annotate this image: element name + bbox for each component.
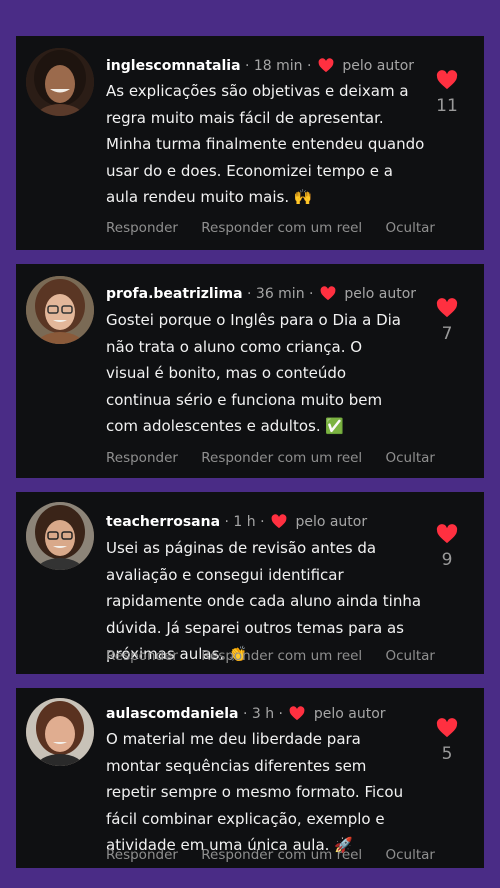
comment-actions: Responder Responder com um reel Ocultar: [106, 648, 454, 664]
like-button[interactable]: 9: [430, 524, 464, 570]
avatar[interactable]: [26, 502, 94, 570]
comment-actions: Responder Responder com um reel Ocultar: [106, 450, 454, 466]
avatar[interactable]: [26, 48, 94, 116]
comment-actions: Responder Responder com um reel Ocultar: [106, 847, 454, 863]
reply-button[interactable]: Responder: [106, 648, 178, 664]
avatar[interactable]: [26, 698, 94, 766]
comment-time: 36 min: [255, 286, 305, 302]
reply-with-reel-button[interactable]: Responder com um reel: [201, 220, 362, 236]
like-count: 5: [441, 744, 453, 764]
like-count: 7: [441, 324, 453, 344]
hide-button[interactable]: Ocultar: [385, 220, 434, 236]
woman-avatar-icon: [26, 48, 94, 116]
reply-with-reel-button[interactable]: Responder com um reel: [201, 847, 362, 863]
like-button[interactable]: 5: [430, 718, 464, 764]
heart-icon: [290, 706, 305, 721]
comment-text: As explicações são objetivas e deixam a …: [106, 82, 425, 206]
comment-header: aulascomdaniela · 3 h · pelo autor: [106, 706, 386, 722]
woman-glasses-avatar-icon: [26, 502, 94, 570]
heart-icon: [320, 286, 336, 301]
author-badge: pelo autor: [313, 706, 386, 722]
comment-header: teacherrosana · 1 h · pelo autor: [106, 514, 368, 530]
hide-button[interactable]: Ocultar: [385, 847, 434, 863]
comment-text: O material me deu liberdade para montar …: [106, 730, 404, 854]
hide-button[interactable]: Ocultar: [385, 450, 434, 466]
like-button[interactable]: 11: [430, 70, 464, 116]
username[interactable]: aulascomdaniela: [106, 706, 238, 722]
comment-card: teacherrosana · 1 h · pelo autor Usei as…: [16, 492, 484, 674]
comment-card: inglescomnatalia · 18 min · pelo autor A…: [16, 36, 484, 250]
reply-with-reel-button[interactable]: Responder com um reel: [201, 450, 362, 466]
reply-button[interactable]: Responder: [106, 450, 178, 466]
woman-glasses-avatar-icon: [26, 276, 94, 344]
comment-card: aulascomdaniela · 3 h · pelo autor O mat…: [16, 688, 484, 868]
heart-icon: [318, 58, 334, 73]
comment-time: 3 h: [251, 706, 275, 722]
heart-icon[interactable]: [436, 718, 458, 738]
hide-button[interactable]: Ocultar: [385, 648, 434, 664]
username[interactable]: inglescomnatalia: [106, 58, 241, 74]
comment-card: profa.beatrizlima · 36 min · pelo autor …: [16, 264, 484, 478]
comment-header: profa.beatrizlima · 36 min · pelo autor: [106, 286, 417, 302]
comment-time: 1 h: [233, 514, 256, 530]
reply-button[interactable]: Responder: [106, 847, 178, 863]
comment-header: inglescomnatalia · 18 min · pelo autor: [106, 58, 415, 74]
heart-icon[interactable]: [436, 524, 458, 544]
comment-actions: Responder Responder com um reel Ocultar: [106, 220, 454, 236]
heart-icon[interactable]: [436, 298, 458, 318]
heart-icon[interactable]: [436, 70, 458, 90]
woman-avatar-icon: [26, 698, 94, 766]
heart-icon: [271, 514, 287, 529]
author-badge: pelo autor: [344, 286, 417, 302]
like-count: 11: [436, 96, 458, 116]
author-badge: pelo autor: [295, 514, 368, 530]
like-count: 9: [441, 550, 453, 570]
reply-with-reel-button[interactable]: Responder com um reel: [201, 648, 362, 664]
reply-button[interactable]: Responder: [106, 220, 178, 236]
like-button[interactable]: 7: [430, 298, 464, 344]
comment-text: Gostei porque o Inglês para o Dia a Dia …: [106, 311, 401, 435]
username[interactable]: profa.beatrizlima: [106, 286, 243, 302]
avatar[interactable]: [26, 276, 94, 344]
comment-time: 18 min: [253, 58, 303, 74]
author-badge: pelo autor: [342, 58, 415, 74]
username[interactable]: teacherrosana: [106, 514, 220, 530]
